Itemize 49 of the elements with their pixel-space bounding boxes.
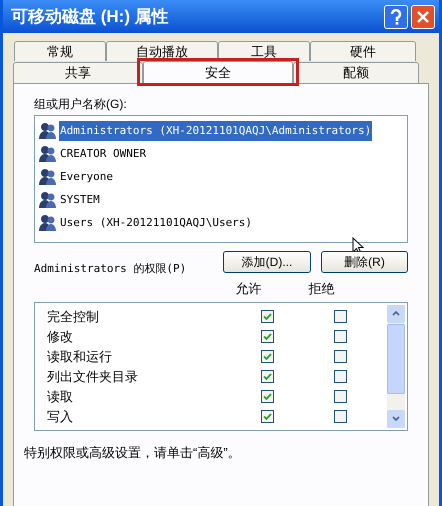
window-title: 可移动磁盘 (H:) 属性 bbox=[11, 6, 169, 28]
column-header: 允许 bbox=[234, 280, 262, 298]
tab[interactable]: 硬件 bbox=[310, 41, 416, 61]
column-header: 拒绝 bbox=[308, 280, 336, 298]
users-icon bbox=[38, 212, 58, 232]
permission-name: 读取和运行 bbox=[46, 348, 113, 366]
checkbox[interactable] bbox=[334, 390, 347, 403]
checkbox[interactable] bbox=[261, 370, 274, 383]
scroll-down-button[interactable] bbox=[387, 410, 405, 428]
user-group-item[interactable]: CREATOR OWNER bbox=[59, 144, 148, 164]
checkbox[interactable] bbox=[261, 330, 274, 343]
help-icon bbox=[390, 8, 402, 24]
users-icon bbox=[38, 190, 58, 210]
close-button[interactable] bbox=[411, 4, 435, 28]
tab[interactable]: 安全 bbox=[143, 61, 293, 84]
permission-name: 列出文件夹目录 bbox=[46, 368, 139, 386]
help-button[interactable] bbox=[384, 4, 408, 28]
permission-name: 完全控制 bbox=[46, 308, 100, 326]
tab[interactable]: 常规 bbox=[14, 41, 106, 61]
scroll-up-button[interactable] bbox=[387, 304, 405, 322]
checkbox[interactable] bbox=[334, 350, 347, 363]
group-label: 组或用户名称(G): bbox=[34, 96, 128, 112]
checkbox[interactable] bbox=[334, 410, 347, 423]
checkbox[interactable] bbox=[261, 410, 274, 423]
checkbox[interactable] bbox=[261, 350, 274, 363]
tab[interactable]: 共享 bbox=[13, 62, 143, 84]
scrollbar[interactable] bbox=[387, 304, 405, 428]
checkbox[interactable] bbox=[261, 310, 274, 323]
users-icon bbox=[38, 120, 58, 140]
checkbox[interactable] bbox=[334, 310, 347, 323]
user-group-item[interactable]: Everyone bbox=[59, 166, 114, 186]
users-icon bbox=[38, 144, 58, 164]
checkbox[interactable] bbox=[334, 370, 347, 383]
permission-name: 修改 bbox=[46, 328, 74, 346]
permission-name: 读取 bbox=[46, 388, 74, 406]
remove-button[interactable]: 删除(R) bbox=[321, 251, 408, 273]
advanced-hint: 特别权限或高级设置，请单击“高级”。 bbox=[24, 444, 242, 462]
permission-name: 写入 bbox=[46, 408, 74, 426]
permissions-label: Administrators 的权限(P) bbox=[34, 260, 186, 276]
users-icon bbox=[38, 166, 58, 186]
add-button[interactable]: 添加(D)... bbox=[223, 251, 311, 273]
close-icon bbox=[416, 10, 430, 24]
tab[interactable]: 配额 bbox=[293, 62, 419, 84]
checkbox[interactable] bbox=[261, 390, 274, 403]
user-group-item[interactable]: Administrators (XH-20121101QAQJ\Administrators) bbox=[59, 120, 372, 140]
scroll-thumb[interactable] bbox=[387, 324, 405, 394]
user-group-item[interactable]: SYSTEM bbox=[59, 190, 101, 210]
checkbox[interactable] bbox=[334, 330, 347, 343]
user-group-item[interactable]: Users (XH-20121101QAQJ\Users) bbox=[59, 212, 254, 232]
